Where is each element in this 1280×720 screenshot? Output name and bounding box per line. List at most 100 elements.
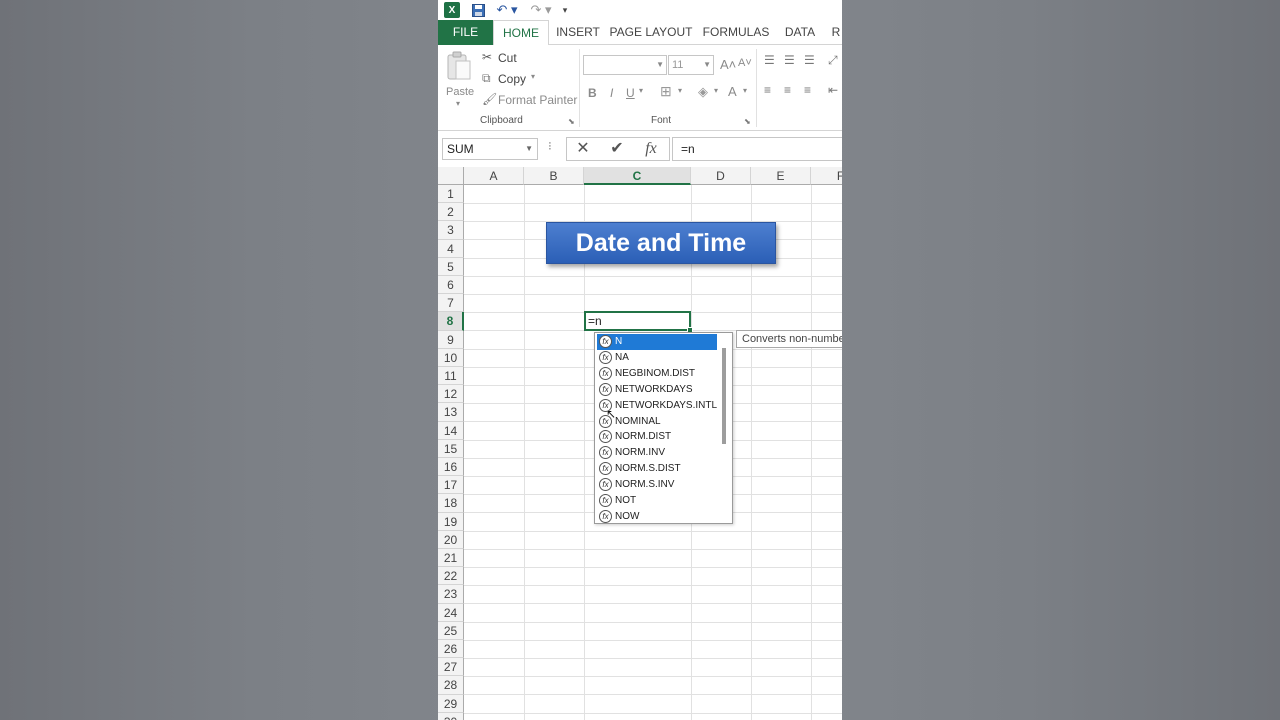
- tab-formulas[interactable]: FORMULAS: [701, 20, 771, 45]
- row-header[interactable]: 8: [438, 312, 464, 331]
- autocomplete-item[interactable]: fx NORM.DIST: [597, 429, 717, 445]
- row-header[interactable]: 21: [438, 549, 464, 568]
- decrease-font-icon[interactable]: A˅: [738, 57, 752, 69]
- column-header-d[interactable]: D: [691, 167, 751, 185]
- autocomplete-item[interactable]: fx NORM.INV: [597, 445, 717, 461]
- align-center-icon[interactable]: ≡: [784, 83, 791, 97]
- row-header[interactable]: 29: [438, 694, 464, 713]
- borders-dropdown-icon[interactable]: ▾: [678, 86, 682, 95]
- row-header[interactable]: 14: [438, 421, 464, 440]
- row-header[interactable]: 17: [438, 476, 464, 495]
- tab-file[interactable]: FILE: [438, 20, 493, 45]
- align-right-icon[interactable]: ≡: [804, 83, 811, 97]
- align-left-icon[interactable]: ≡: [764, 83, 771, 97]
- function-icon: fx: [599, 446, 612, 460]
- decrease-indent-icon[interactable]: ⇤: [828, 83, 838, 97]
- function-icon: fx: [599, 462, 612, 476]
- cut-button[interactable]: Cut: [498, 51, 517, 65]
- row-header[interactable]: 22: [438, 567, 464, 586]
- row-header[interactable]: 15: [438, 439, 464, 458]
- customize-toolbar-icon[interactable]: ▾: [560, 2, 570, 18]
- underline-button[interactable]: U: [626, 86, 635, 100]
- redo-icon[interactable]: ↷ ▾: [528, 2, 554, 18]
- orientation-icon[interactable]: ⤢: [828, 53, 838, 68]
- row-header[interactable]: 11: [438, 367, 464, 386]
- name-box[interactable]: SUM ▼: [442, 138, 538, 160]
- autocomplete-item[interactable]: fx NEGBINOM.DIST: [597, 366, 717, 382]
- row-header[interactable]: 2: [438, 203, 464, 222]
- column-header-b[interactable]: B: [524, 167, 584, 185]
- tab-insert[interactable]: INSERT: [551, 20, 605, 45]
- row-header[interactable]: 5: [438, 257, 464, 276]
- column-header-c[interactable]: C: [584, 167, 691, 185]
- autocomplete-item[interactable]: fx NOT: [597, 493, 717, 509]
- row-header[interactable]: 7: [438, 294, 464, 313]
- formula-input[interactable]: =n: [672, 137, 842, 161]
- align-bottom-icon[interactable]: ☰: [804, 53, 815, 67]
- row-header[interactable]: 12: [438, 385, 464, 404]
- active-cell-c8[interactable]: =n: [584, 311, 693, 333]
- row-header[interactable]: 10: [438, 348, 464, 367]
- copy-button[interactable]: Copy: [498, 72, 526, 86]
- enter-icon[interactable]: ✔: [603, 139, 631, 159]
- font-size-combo[interactable]: 11 ▼: [668, 55, 714, 75]
- paste-dropdown-icon[interactable]: ▾: [456, 99, 460, 108]
- format-painter-button[interactable]: Format Painter: [498, 93, 577, 107]
- row-header[interactable]: 30: [438, 712, 464, 720]
- italic-button[interactable]: I: [610, 86, 613, 100]
- row-header[interactable]: 9: [438, 330, 464, 349]
- autocomplete-item[interactable]: fx NETWORKDAYS: [597, 382, 717, 398]
- row-header[interactable]: 26: [438, 640, 464, 659]
- column-header-e[interactable]: E: [751, 167, 811, 185]
- row-header[interactable]: 18: [438, 494, 464, 513]
- select-all-corner[interactable]: [438, 167, 464, 185]
- autocomplete-scrollbar[interactable]: [722, 348, 726, 444]
- bold-button[interactable]: B: [588, 86, 597, 100]
- cancel-icon[interactable]: ✕: [569, 139, 597, 159]
- font-launcher-icon[interactable]: ⬊: [744, 117, 751, 126]
- row-header[interactable]: 6: [438, 276, 464, 295]
- insert-function-icon[interactable]: fx: [637, 139, 665, 159]
- row-header[interactable]: 16: [438, 458, 464, 477]
- borders-icon[interactable]: ⊞: [660, 83, 672, 100]
- undo-icon[interactable]: ↶ ▾: [494, 2, 520, 18]
- autocomplete-item[interactable]: fx NOW: [597, 509, 717, 525]
- tab-home[interactable]: HOME: [493, 20, 549, 46]
- row-header[interactable]: 23: [438, 585, 464, 604]
- font-color-button[interactable]: A: [728, 84, 737, 99]
- paste-button[interactable]: Paste ▾: [444, 49, 474, 109]
- row-header[interactable]: 20: [438, 530, 464, 549]
- align-middle-icon[interactable]: ☰: [784, 53, 795, 67]
- font-color-dropdown-icon[interactable]: ▾: [743, 86, 747, 95]
- tab-page-layout[interactable]: PAGE LAYOUT: [609, 20, 693, 45]
- row-header[interactable]: 19: [438, 512, 464, 531]
- row-header[interactable]: 3: [438, 221, 464, 240]
- increase-font-icon[interactable]: A˄: [720, 57, 736, 72]
- row-header[interactable]: 27: [438, 658, 464, 677]
- column-header-a[interactable]: A: [464, 167, 524, 185]
- font-name-combo[interactable]: ▼: [583, 55, 667, 75]
- row-header[interactable]: 1: [438, 185, 464, 204]
- clipboard-launcher-icon[interactable]: ⬊: [568, 117, 575, 126]
- underline-dropdown-icon[interactable]: ▾: [639, 86, 643, 95]
- row-header[interactable]: 28: [438, 676, 464, 695]
- fill-color-dropdown-icon[interactable]: ▾: [714, 86, 718, 95]
- fill-color-icon[interactable]: ◈: [698, 84, 708, 100]
- function-autocomplete-list[interactable]: fx Nfx NA fx NEGBINOM.DIST fx NETWORKDAYS fx NET…: [594, 332, 733, 524]
- save-icon[interactable]: [470, 2, 486, 18]
- column-header-f[interactable]: F: [811, 167, 842, 185]
- tab-review[interactable]: R: [830, 20, 842, 45]
- align-top-icon[interactable]: ☰: [764, 53, 775, 67]
- formula-bar-grip-icon[interactable]: ⁝: [548, 139, 552, 153]
- worksheet-grid[interactable]: A B C D E F 1 2 3 4 5 6 7 8 9 10 11 12 13 14 15 16 17 18 1…: [438, 167, 842, 720]
- row-header[interactable]: 13: [438, 403, 464, 422]
- autocomplete-item[interactable]: fx NORM.S.DIST: [597, 461, 717, 477]
- tab-data[interactable]: DATA: [780, 20, 820, 45]
- autocomplete-item[interactable]: fx NA: [597, 350, 717, 366]
- copy-dropdown-icon[interactable]: ▾: [531, 72, 535, 81]
- autocomplete-item[interactable]: fx N: [597, 334, 717, 350]
- row-header[interactable]: 25: [438, 621, 464, 640]
- row-header[interactable]: 4: [438, 239, 464, 258]
- autocomplete-item[interactable]: fx NORM.S.INV: [597, 477, 717, 493]
- row-header[interactable]: 24: [438, 603, 464, 622]
